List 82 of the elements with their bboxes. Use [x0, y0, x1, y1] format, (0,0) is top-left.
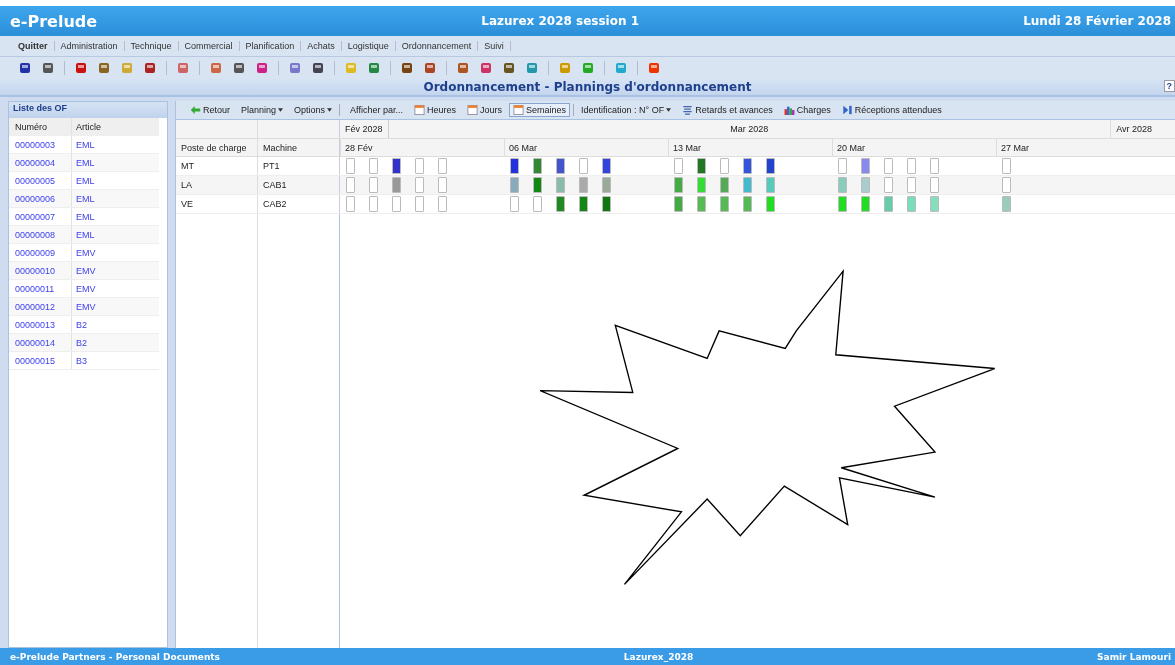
article-link[interactable]: EML [72, 139, 95, 150]
article-link[interactable]: EMV [72, 247, 96, 258]
app-title: e-Prelude [10, 11, 98, 31]
of-number-link[interactable]: 00000008 [9, 226, 72, 243]
menu-item[interactable]: Technique [124, 41, 179, 51]
skip-icon [841, 105, 853, 115]
column-header: Article [75, 121, 101, 132]
of-number-link[interactable]: 00000003 [9, 136, 72, 153]
planning-dropdown[interactable]: Planning [237, 103, 288, 117]
delays-button[interactable]: Retards et avances [678, 103, 777, 117]
calendar-icon [513, 105, 524, 115]
menu-item[interactable]: Planification [239, 41, 302, 51]
panel-title: Liste des OF [9, 102, 167, 118]
article-link[interactable]: EML [72, 211, 95, 222]
back-arrow-icon [190, 105, 201, 115]
of-number-link[interactable]: 00000006 [9, 190, 72, 207]
article-link[interactable]: EMV [72, 301, 96, 312]
of-number-link[interactable]: 00000012 [9, 298, 72, 315]
month-header: Avr 2028 [1110, 120, 1157, 138]
date-label: Lundi 28 Février 2028 [1023, 14, 1171, 28]
of-number-link[interactable]: 00000004 [9, 154, 72, 171]
view-toggle[interactable]: Heures [409, 103, 460, 117]
of-number-link[interactable]: 00000015 [9, 352, 72, 369]
options-dropdown[interactable]: Options [290, 103, 337, 117]
column-header: Numéro [9, 118, 72, 135]
status-text: Lazurex_2028 [623, 651, 694, 662]
of-number-link[interactable]: 00000014 [9, 334, 72, 351]
article-link[interactable]: EMV [72, 283, 96, 294]
calendar-icon [413, 105, 425, 115]
of-number-link[interactable]: 00000011 [9, 280, 72, 297]
column-header: Machine [258, 139, 340, 156]
table-cell: LA [176, 176, 258, 194]
menu-item[interactable]: Logistique [341, 41, 396, 51]
week-header: 28 Fév [340, 139, 504, 156]
page-title: Ordonnancement - Plannings d'ordonnancement [423, 80, 752, 94]
month-header: Fév 2028 [340, 120, 389, 138]
caret-icon [278, 108, 284, 112]
table-cell: PT1 [258, 157, 340, 175]
menu-item[interactable]: Suivi [478, 41, 511, 51]
status-text: e-Prelude Partners - Personal Documents [10, 651, 220, 662]
menu-item[interactable]: Achats [301, 41, 342, 51]
show-by-label: Afficher par... [349, 104, 404, 117]
month-header: Mar 2028 [729, 123, 770, 136]
of-number-link[interactable]: 00000007 [9, 208, 72, 225]
view-toggle[interactable]: Semaines [509, 103, 570, 117]
column-header: Poste de charge [176, 139, 258, 156]
article-link[interactable]: B2 [72, 337, 87, 348]
week-header: 27 Mar [996, 139, 1160, 156]
week-header: 06 Mar [504, 139, 668, 156]
menu-item[interactable]: Ordonnancement [395, 41, 479, 51]
table-cell: MT [176, 157, 258, 175]
article-link[interactable]: B2 [72, 319, 87, 330]
table-cell: VE [176, 195, 258, 213]
of-number-link[interactable]: 00000009 [9, 244, 72, 261]
receptions-button[interactable]: Réceptions attendues [837, 103, 946, 117]
article-link[interactable]: EMV [72, 265, 96, 276]
of-number-link[interactable]: 00000005 [9, 172, 72, 189]
week-header: 20 Mar [832, 139, 996, 156]
calendar-icon [466, 105, 478, 115]
back-button[interactable]: Retour [186, 103, 234, 117]
week-header: 13 Mar [668, 139, 832, 156]
charges-button[interactable]: Charges [779, 103, 835, 117]
table-cell: CAB2 [258, 195, 340, 213]
article-link[interactable]: EML [72, 157, 95, 168]
status-user: Samir Lamouri [1097, 651, 1171, 662]
view-toggle[interactable]: Jours [462, 103, 506, 117]
caret-icon [327, 108, 333, 112]
article-link[interactable]: B3 [72, 355, 87, 366]
lines-icon [682, 105, 694, 115]
of-number-link[interactable]: 00000013 [9, 316, 72, 333]
article-link[interactable]: EML [72, 175, 95, 186]
menu-item[interactable]: Administration [54, 41, 125, 51]
caret-icon [666, 108, 672, 112]
of-number-link[interactable]: 00000010 [9, 262, 72, 279]
article-link[interactable]: EML [72, 193, 95, 204]
session-title: Lazurex 2028 session 1 [481, 14, 640, 28]
help-button[interactable]: ? [1163, 80, 1175, 92]
article-link[interactable]: EML [72, 229, 95, 240]
menu-item[interactable]: Commercial [178, 41, 240, 51]
identification-dropdown[interactable]: Identification : N° OF [577, 103, 676, 117]
table-cell: CAB1 [258, 176, 340, 194]
menu-item[interactable]: Quitter [12, 41, 55, 51]
